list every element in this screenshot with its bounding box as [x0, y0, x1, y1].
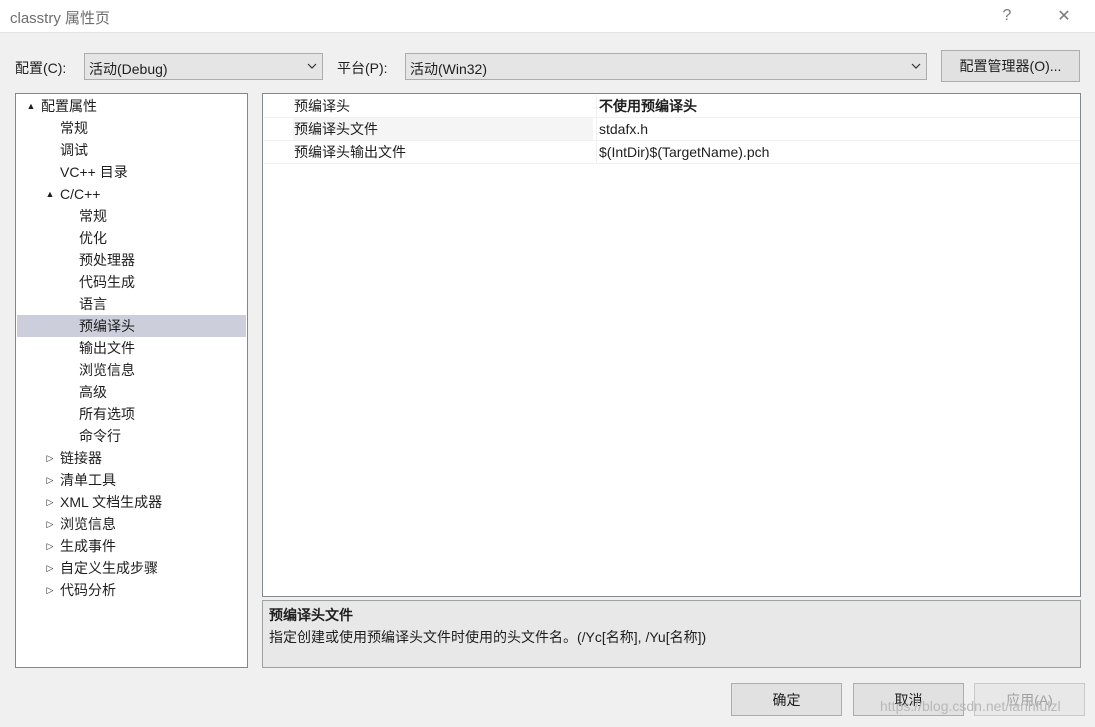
tree-item-label: 常规	[79, 208, 107, 224]
tree-item[interactable]: VC++ 目录	[17, 161, 246, 183]
tree-item-label: XML 文档生成器	[60, 494, 163, 510]
property-row[interactable]: 预编译头输出文件 $(IntDir)$(TargetName).pch	[264, 141, 1080, 164]
tree-item[interactable]: ▲ 配置属性	[17, 95, 246, 117]
expand-right-icon[interactable]: ▷	[44, 491, 56, 513]
property-name: 预编译头输出文件	[294, 144, 406, 160]
tree-item[interactable]: ▷ XML 文档生成器	[17, 491, 246, 513]
tree-item[interactable]: 所有选项	[17, 403, 246, 425]
tree-item[interactable]: 代码生成	[17, 271, 246, 293]
config-manager-button[interactable]: 配置管理器(O)...	[941, 50, 1080, 82]
tree-item-label: 预编译头	[79, 318, 135, 334]
chevron-down-icon	[911, 63, 921, 69]
tree-item-label: 输出文件	[79, 340, 135, 356]
tree-item[interactable]: 浏览信息	[17, 359, 246, 381]
watermark: https://blog.csdn.net/lanhfulzl	[880, 698, 1061, 714]
config-label: 配置(C):	[15, 60, 67, 76]
expand-right-icon[interactable]: ▷	[44, 469, 56, 491]
title-bar: classtry 属性页 ? ✕	[0, 0, 1095, 33]
config-dropdown[interactable]: 活动(Debug)	[84, 53, 323, 80]
expand-right-icon[interactable]: ▷	[44, 579, 56, 601]
chevron-down-icon	[307, 63, 317, 69]
expand-right-icon[interactable]: ▷	[44, 447, 56, 469]
tree-item[interactable]: 高级	[17, 381, 246, 403]
tree-item-label: 浏览信息	[60, 516, 116, 532]
property-row[interactable]: 预编译头 不使用预编译头	[264, 95, 1080, 118]
tree-item-label: 配置属性	[41, 98, 97, 114]
property-value[interactable]: 不使用预编译头	[596, 95, 1080, 117]
row-gutter	[264, 141, 293, 163]
tree-item[interactable]: ▷ 自定义生成步骤	[17, 557, 246, 579]
description-text: 指定创建或使用预编译头文件时使用的头文件名。(/Yc[名称], /Yu[名称])	[269, 629, 707, 645]
tree-item-label: 浏览信息	[79, 362, 135, 378]
help-button[interactable]: ?	[984, 0, 1030, 32]
window-title: classtry 属性页	[10, 10, 111, 27]
tree-item[interactable]: 预处理器	[17, 249, 246, 271]
tree-item[interactable]: 预编译头	[17, 315, 246, 337]
description-panel: 预编译头文件 指定创建或使用预编译头文件时使用的头文件名。(/Yc[名称], /…	[262, 600, 1081, 668]
tree-item[interactable]: ▷ 链接器	[17, 447, 246, 469]
platform-value: 活动(Win32)	[410, 61, 488, 77]
tree-item-label: 高级	[79, 384, 107, 400]
expand-down-icon[interactable]: ▲	[44, 183, 56, 205]
tree-item[interactable]: ▲ C/C++	[17, 183, 246, 205]
tree-item[interactable]: ▷ 代码分析	[17, 579, 246, 601]
close-icon: ✕	[1057, 8, 1071, 25]
tree-item[interactable]: ▷ 清单工具	[17, 469, 246, 491]
tree-item-label: 命令行	[79, 428, 121, 444]
property-tree[interactable]: ▲ 配置属性 常规 调试 VC++ 目录 ▲ C/C++ 常规 优化 预处理器 代码生成 语言 预编译头…	[15, 93, 248, 668]
property-name: 预编译头	[294, 98, 350, 114]
tree-item-label: 链接器	[60, 450, 102, 466]
tree-item[interactable]: 优化	[17, 227, 246, 249]
property-value[interactable]: $(IntDir)$(TargetName).pch	[596, 141, 1080, 163]
row-gutter	[264, 118, 293, 140]
tree-item-label: 常规	[60, 120, 88, 136]
tree-item[interactable]: 常规	[17, 117, 246, 139]
platform-dropdown[interactable]: 活动(Win32)	[405, 53, 927, 80]
tree-item-label: 所有选项	[79, 406, 135, 422]
expand-down-icon[interactable]: ▲	[25, 95, 37, 117]
tree-item-label: 生成事件	[60, 538, 116, 554]
description-title: 预编译头文件	[269, 607, 353, 623]
tree-item-label: 代码生成	[79, 274, 135, 290]
tree-item[interactable]: 调试	[17, 139, 246, 161]
tree-item-label: 自定义生成步骤	[60, 560, 158, 576]
tree-item[interactable]: 语言	[17, 293, 246, 315]
property-row[interactable]: 预编译头文件 stdafx.h	[264, 118, 1080, 141]
tree-item[interactable]: ▷ 浏览信息	[17, 513, 246, 535]
close-button[interactable]: ✕	[1041, 0, 1087, 32]
property-value[interactable]: stdafx.h	[596, 118, 1080, 140]
tree-item-label: 清单工具	[60, 472, 116, 488]
tree-item-label: C/C++	[60, 186, 101, 202]
tree-item[interactable]: 常规	[17, 205, 246, 227]
expand-right-icon[interactable]: ▷	[44, 513, 56, 535]
tree-item-label: 优化	[79, 230, 107, 246]
row-gutter	[264, 95, 293, 117]
property-name: 预编译头文件	[293, 118, 593, 140]
help-icon: ?	[1002, 7, 1012, 24]
tree-item-label: VC++ 目录	[60, 164, 128, 180]
tree-item[interactable]: ▷ 生成事件	[17, 535, 246, 557]
property-grid[interactable]: 预编译头 不使用预编译头 预编译头文件 stdafx.h 预编译头输出文件 $(IntDi…	[262, 93, 1081, 597]
expand-right-icon[interactable]: ▷	[44, 557, 56, 579]
tree-item-label: 调试	[60, 142, 88, 158]
tree-item[interactable]: 命令行	[17, 425, 246, 447]
tree-item-label: 预处理器	[79, 252, 135, 268]
config-value: 活动(Debug)	[89, 61, 168, 77]
expand-right-icon[interactable]: ▷	[44, 535, 56, 557]
tree-item[interactable]: 输出文件	[17, 337, 246, 359]
tree-item-label: 代码分析	[60, 582, 116, 598]
platform-label: 平台(P):	[337, 60, 388, 76]
ok-button[interactable]: 确定	[731, 683, 842, 716]
tree-item-label: 语言	[79, 296, 107, 312]
